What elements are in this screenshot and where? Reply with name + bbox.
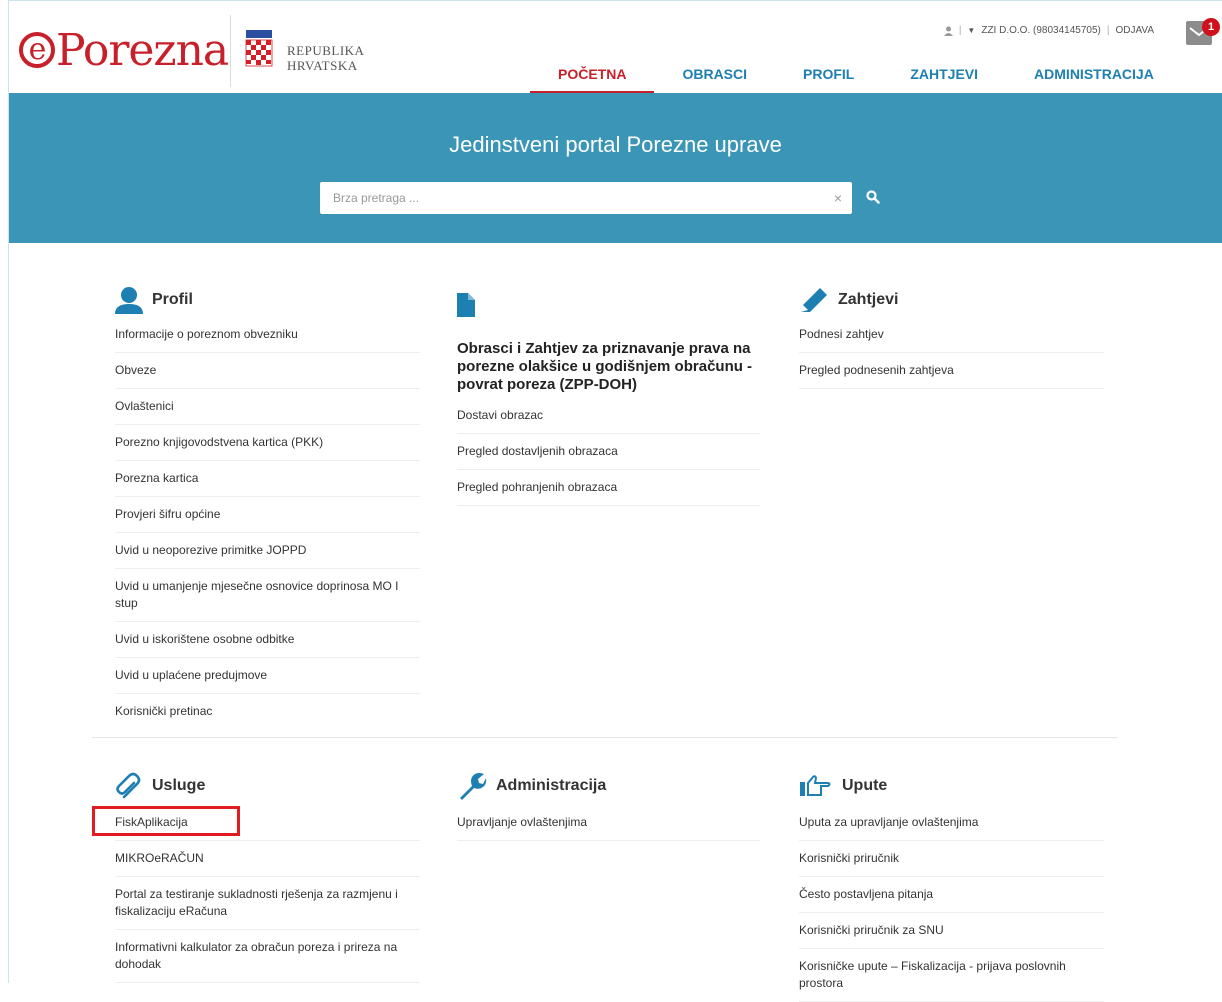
eporezna-logo[interactable]: e Porezna bbox=[19, 25, 229, 76]
republika-hrvatska-label: REPUBLIKA HRVATSKA bbox=[287, 43, 364, 73]
list-item[interactable]: Informativni kalkulator za obračun porez… bbox=[115, 930, 420, 983]
upute-list: Uputa za upravljanje ovlaštenjima Korisn… bbox=[799, 805, 1104, 1002]
upute-section: Upute Uputa za upravljanje ovlaštenjima … bbox=[799, 771, 1104, 1002]
usluge-section: Usluge FiskAplikacija MIKROeRAČUN Portal… bbox=[115, 771, 420, 983]
list-item[interactable]: Provjeri šifru općine bbox=[115, 497, 420, 533]
obrasci-list: Dostavi obrazac Pregled dostavljenih obr… bbox=[457, 398, 760, 506]
zahtjevi-section: Zahtjevi Podnesi zahtjev Pregled podnese… bbox=[799, 285, 1104, 389]
pointing-hand-icon bbox=[800, 775, 831, 796]
list-item[interactable]: Često postavljena pitanja bbox=[799, 877, 1104, 913]
list-item[interactable]: Pregled dostavljenih obrazaca bbox=[457, 434, 760, 470]
list-item[interactable]: Pregled podnesenih zahtjeva bbox=[799, 353, 1104, 389]
nav-administracija[interactable]: ADMINISTRACIJA bbox=[1006, 63, 1182, 93]
administracija-title-text: Administracija bbox=[496, 777, 607, 794]
list-item[interactable]: Dostavi obrazac bbox=[457, 398, 760, 434]
administracija-list: Upravljanje ovlaštenjima bbox=[457, 805, 760, 841]
user-icon bbox=[115, 287, 143, 314]
header-divider bbox=[230, 15, 231, 87]
list-item[interactable]: Korisničke upute – Fiskalizacija - prija… bbox=[799, 949, 1104, 1002]
list-item[interactable]: Podnesi zahtjev bbox=[799, 317, 1104, 353]
hero-title: Jedinstveni portal Porezne uprave bbox=[449, 132, 782, 157]
clear-icon[interactable]: × bbox=[834, 190, 842, 206]
list-item[interactable]: Korisnički priručnik bbox=[799, 841, 1104, 877]
search-box: × bbox=[320, 182, 852, 214]
logout-link[interactable]: ODJAVA bbox=[1115, 25, 1154, 36]
profil-title: Profil bbox=[115, 285, 420, 315]
logo-text: Porezna bbox=[56, 25, 229, 76]
list-item[interactable]: Ovlaštenici bbox=[115, 389, 420, 425]
administracija-title: Administracija bbox=[457, 771, 760, 801]
list-item[interactable]: Uvid u umanjenje mjesečne osnovice dopri… bbox=[115, 569, 420, 622]
hrvatska-line: HRVATSKA bbox=[287, 58, 358, 73]
zahtjevi-title-text: Zahtjevi bbox=[838, 291, 899, 308]
list-item[interactable]: Upravljanje ovlaštenjima bbox=[457, 805, 760, 841]
list-item[interactable]: Uvid u neoporezive primitke JOPPD bbox=[115, 533, 420, 569]
zahtjevi-list: Podnesi zahtjev Pregled podnesenih zahtj… bbox=[799, 317, 1104, 389]
list-item[interactable]: MIKROeRAČUN bbox=[115, 841, 420, 877]
wrench-icon bbox=[460, 773, 487, 800]
administracija-section: Administracija Upravljanje ovlaštenjima bbox=[457, 771, 760, 841]
republika-line: REPUBLIKA bbox=[287, 43, 365, 58]
nav-profil[interactable]: PROFIL bbox=[775, 63, 882, 93]
site-header: e Porezna REPUBLIKA HRVATSKA | ▼ ZZI D.O.… bbox=[9, 1, 1222, 94]
caret-down-icon[interactable]: ▼ bbox=[967, 26, 975, 35]
main-nav: POČETNA OBRASCI PROFIL ZAHTJEVI ADMINIST… bbox=[530, 63, 1182, 94]
separator: | bbox=[958, 25, 962, 36]
unread-badge: 1 bbox=[1202, 18, 1220, 36]
pencil-icon bbox=[801, 288, 827, 312]
list-item[interactable]: Uvid u uplaćene predujmove bbox=[115, 658, 420, 694]
user-bar: | ▼ ZZI D.O.O. (98034145705) | ODJAVA bbox=[943, 25, 1154, 36]
company-name[interactable]: ZZI D.O.O. (98034145705) bbox=[981, 25, 1101, 36]
profil-section: Profil Informacije o poreznom obvezniku … bbox=[115, 285, 420, 729]
usluge-title: Usluge bbox=[115, 771, 420, 801]
list-item[interactable]: Uvid u iskorištene osobne odbitke bbox=[115, 622, 420, 658]
list-item[interactable]: Pregled pohranjenih obrazaca bbox=[457, 470, 760, 506]
list-item[interactable]: Korisnički priručnik za SNU bbox=[799, 913, 1104, 949]
profil-title-text: Profil bbox=[152, 291, 193, 308]
separator: | bbox=[1106, 25, 1110, 36]
upute-title: Upute bbox=[799, 771, 1104, 801]
list-item[interactable]: Korisnički pretinac bbox=[115, 694, 420, 729]
paperclip-icon bbox=[116, 772, 141, 799]
zahtjevi-title: Zahtjevi bbox=[799, 285, 1104, 315]
nav-zahtjevi[interactable]: ZAHTJEVI bbox=[882, 63, 1006, 93]
usluge-title-text: Usluge bbox=[152, 777, 206, 794]
nav-pocetna[interactable]: POČETNA bbox=[530, 63, 655, 94]
nav-obrasci[interactable]: OBRASCI bbox=[654, 63, 775, 93]
list-item[interactable]: Obveze bbox=[115, 353, 420, 389]
list-item[interactable]: Porezna kartica bbox=[115, 461, 420, 497]
profil-list: Informacije o poreznom obvezniku Obveze … bbox=[115, 317, 420, 729]
obrasci-heading: Obrasci i Zahtjev za priznavanje prava n… bbox=[457, 340, 753, 393]
search-input[interactable] bbox=[320, 182, 813, 214]
list-item[interactable]: Porezno knjigovodstvena kartica (PKK) bbox=[115, 425, 420, 461]
list-item[interactable]: Portal za testiranje sukladnosti rješenj… bbox=[115, 877, 420, 930]
search-icon[interactable] bbox=[866, 190, 880, 204]
list-item[interactable]: Informacije o poreznom obvezniku bbox=[115, 317, 420, 353]
document-icon bbox=[457, 293, 475, 317]
hero-banner: Jedinstveni portal Porezne uprave × bbox=[9, 93, 1222, 243]
obrasci-section: Obrasci i Zahtjev za priznavanje prava n… bbox=[457, 293, 760, 506]
logo-e: e bbox=[19, 32, 55, 68]
user-icon[interactable] bbox=[943, 26, 953, 36]
croatian-coat-of-arms-icon bbox=[245, 30, 273, 67]
highlight-box bbox=[92, 806, 240, 836]
list-item[interactable]: Uputa za upravljanje ovlaštenjima bbox=[799, 805, 1104, 841]
upute-title-text: Upute bbox=[842, 777, 888, 794]
section-divider bbox=[92, 737, 1118, 738]
